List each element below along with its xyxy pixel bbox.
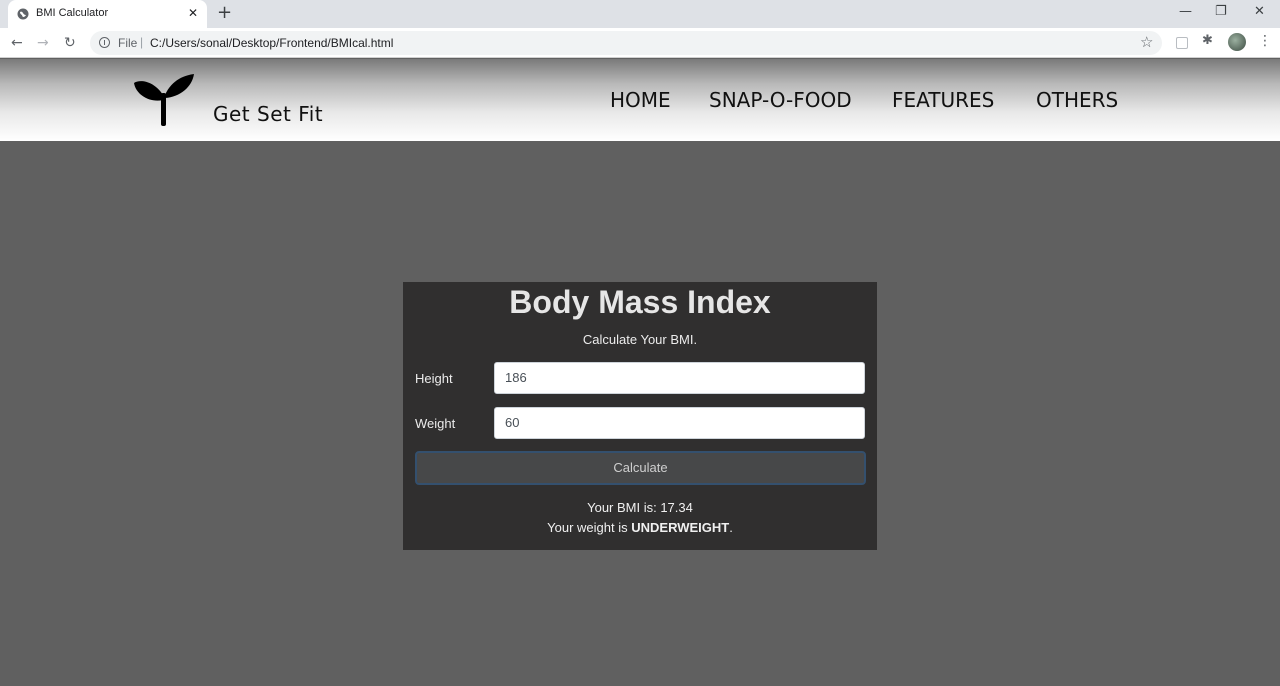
back-arrow-icon[interactable]: ← bbox=[11, 34, 23, 52]
nav-home[interactable]: HOME bbox=[610, 88, 671, 112]
bookmark-star-icon[interactable]: ☆ bbox=[1140, 33, 1153, 51]
bmi-result: Your BMI is: 17.34 bbox=[403, 500, 877, 515]
weight-status-suffix: . bbox=[729, 520, 733, 535]
address-bar[interactable]: File | C:/Users/sonal/Desktop/Frontend/B… bbox=[90, 31, 1162, 55]
url-separator: | bbox=[140, 35, 144, 49]
extensions-puzzle-icon[interactable]: ✱ bbox=[1202, 33, 1213, 48]
card-subtitle: Calculate Your BMI. bbox=[582, 332, 698, 347]
card-title: Body Mass Index bbox=[509, 284, 771, 320]
weight-status-prefix: Your weight is bbox=[547, 520, 632, 535]
extension-icon[interactable] bbox=[1176, 37, 1188, 49]
weight-status: Your weight is UNDERWEIGHT. bbox=[403, 520, 877, 535]
forward-arrow-icon[interactable]: → bbox=[37, 34, 49, 52]
browser-tab[interactable]: BMI Calculator ✕ bbox=[8, 0, 207, 28]
nav-snap-o-food[interactable]: SNAP-O-FOOD bbox=[709, 88, 852, 112]
tab-title: BMI Calculator bbox=[36, 7, 109, 19]
minimize-icon[interactable]: — bbox=[1179, 3, 1192, 21]
restore-icon[interactable]: ❐ bbox=[1215, 3, 1227, 21]
bmi-calculator-card: Body Mass Index Calculate Your BMI. Heig… bbox=[403, 282, 877, 550]
nav-features[interactable]: FEATURES bbox=[892, 88, 994, 112]
reload-icon[interactable]: ↻ bbox=[64, 34, 76, 52]
url-text[interactable]: C:/Users/sonal/Desktop/Frontend/BMIcal.h… bbox=[150, 36, 393, 50]
height-label: Height bbox=[415, 371, 453, 386]
bmi-result-prefix: Your BMI is: bbox=[587, 500, 661, 515]
new-tab-button[interactable]: + bbox=[217, 3, 232, 23]
profile-avatar[interactable] bbox=[1228, 33, 1246, 51]
more-menu-icon[interactable]: ⋮ bbox=[1258, 33, 1272, 49]
calculate-button[interactable]: Calculate bbox=[415, 451, 866, 485]
weight-status-value: UNDERWEIGHT bbox=[631, 520, 730, 535]
bmi-value: 17.34 bbox=[660, 500, 693, 515]
window-close-icon[interactable]: ✕ bbox=[1254, 3, 1265, 21]
brand-name[interactable]: Get Set Fit bbox=[213, 102, 323, 126]
sprout-icon bbox=[134, 74, 194, 126]
browser-tabstrip: BMI Calculator ✕ + — ❐ ✕ bbox=[0, 0, 1280, 28]
tab-close-icon[interactable]: ✕ bbox=[188, 6, 198, 20]
url-scheme: File bbox=[118, 36, 138, 50]
browser-toolbar: ← → ↻ File | C:/Users/sonal/Desktop/Fron… bbox=[0, 28, 1280, 58]
globe-icon bbox=[17, 8, 29, 20]
weight-label: Weight bbox=[415, 416, 456, 431]
info-icon[interactable] bbox=[99, 37, 110, 48]
nav-others[interactable]: OTHERS bbox=[1036, 88, 1118, 112]
weight-input[interactable]: 60 bbox=[494, 407, 865, 439]
height-input[interactable]: 186 bbox=[494, 362, 865, 394]
site-header: Get Set Fit HOME SNAP-O-FOOD FEATURES OT… bbox=[0, 59, 1280, 141]
